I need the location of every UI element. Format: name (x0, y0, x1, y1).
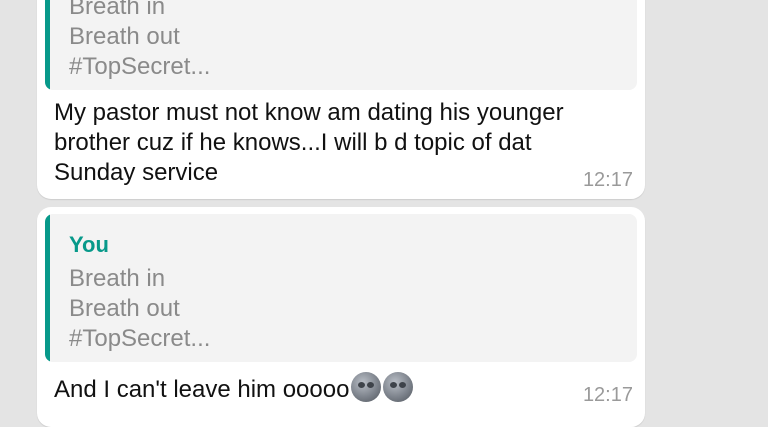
message-text-line: And I can't leave him ooooo (54, 376, 350, 403)
message-text-line: Sunday service (54, 159, 219, 186)
quote-line: Breath out (69, 295, 180, 322)
quoted-message[interactable]: Breath in Breath out #TopSecret... (45, 0, 637, 90)
message-text-line: My pastor must not know am dating his yo… (54, 99, 564, 126)
quote-accent-bar (45, 0, 50, 90)
message-bubble[interactable]: You Breath in Breath out #TopSecret... A… (37, 207, 645, 427)
quote-author: You (69, 232, 109, 257)
quote-accent-bar (45, 214, 50, 362)
message-timestamp: 12:17 (582, 169, 633, 191)
quoted-message[interactable]: You Breath in Breath out #TopSecret... (45, 214, 637, 362)
quote-line: #TopSecret... (69, 325, 211, 352)
quote-line: #TopSecret... (69, 53, 211, 80)
quote-line: Breath in (69, 265, 166, 292)
message-timestamp: 12:17 (582, 384, 633, 406)
new-moon-face-icon (351, 372, 382, 402)
message-text-line: brother cuz if he knows...I will b d top… (54, 129, 532, 156)
quote-line: Breath out (69, 23, 180, 50)
message-text: And I can't leave him ooooo (54, 372, 414, 405)
quote-line: Breath in (69, 0, 166, 20)
new-moon-face-icon (383, 372, 414, 402)
message-text: My pastor must not know am dating his yo… (54, 98, 564, 188)
message-bubble[interactable]: Breath in Breath out #TopSecret... My pa… (37, 0, 645, 199)
